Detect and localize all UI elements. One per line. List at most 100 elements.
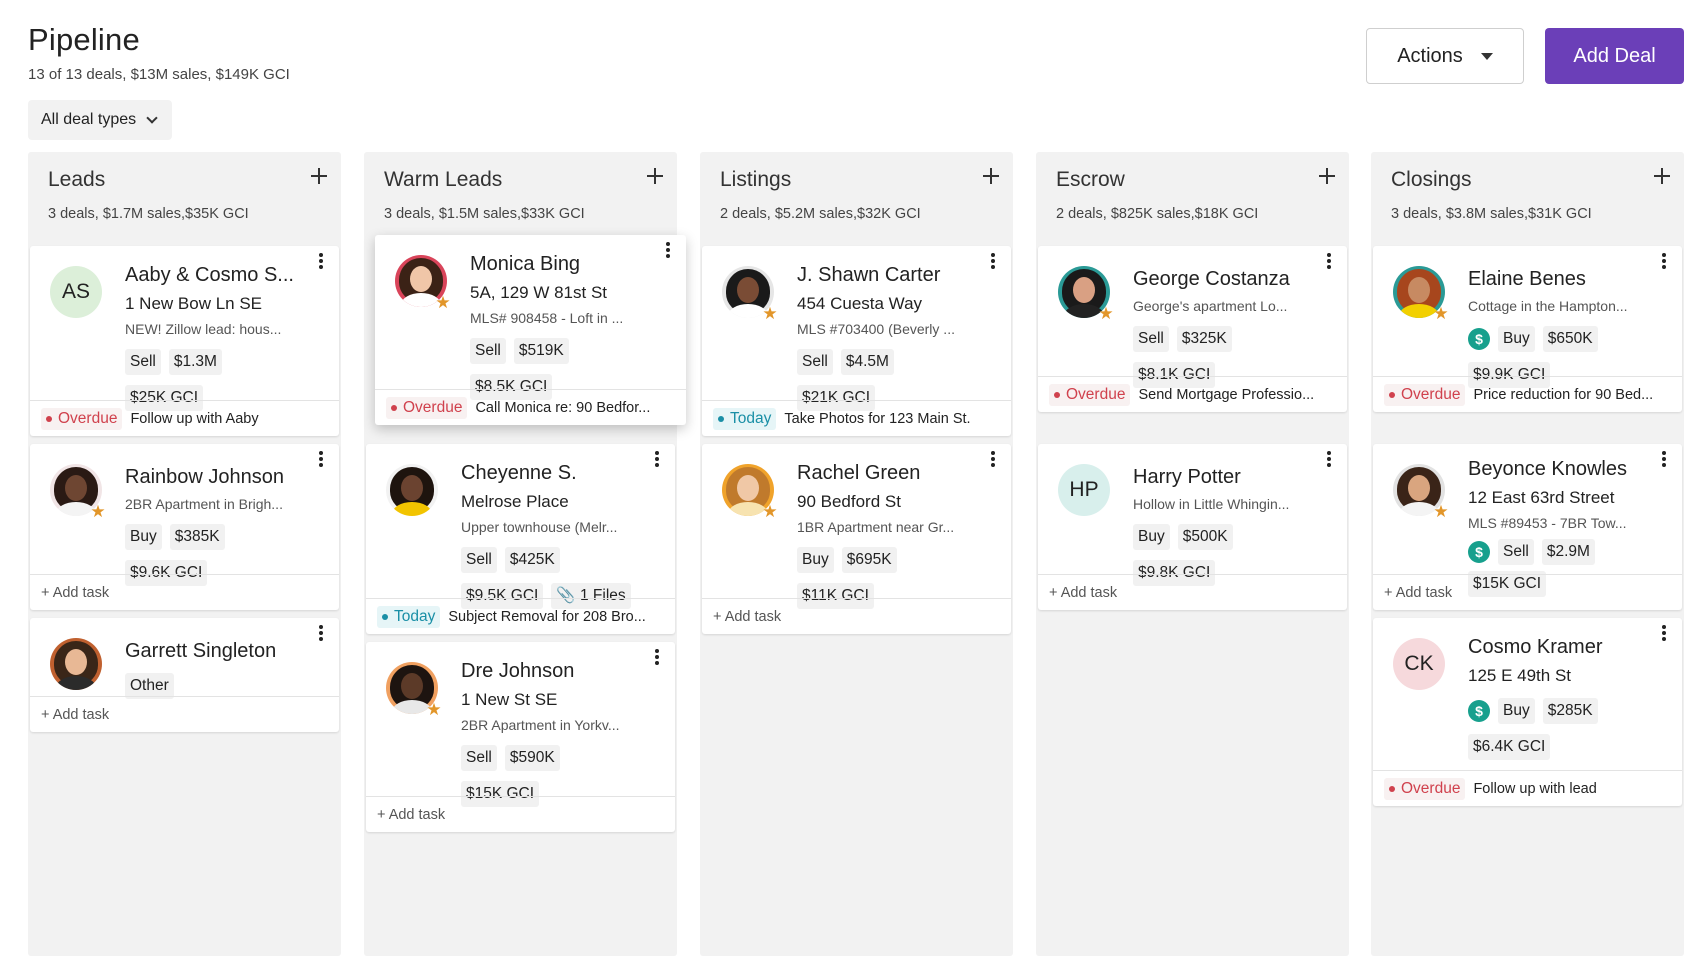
task-row[interactable]: + Add task <box>30 696 339 732</box>
deal-card[interactable]: ★ Elaine Benes Cottage in the Hampton...… <box>1373 246 1682 412</box>
contact-name: Cheyenne S. <box>461 462 577 484</box>
deal-type-chip: Sell <box>1498 539 1534 565</box>
add-task-link[interactable]: + Add task <box>713 609 781 625</box>
task-status-badge: Overdue <box>1384 383 1466 406</box>
column-summary: 3 deals, $3.8M sales,$31K GCI <box>1391 206 1592 222</box>
deal-card[interactable]: ★ Dre Johnson 1 New St SE 2BR Apartment … <box>366 642 675 832</box>
star-icon: ★ <box>90 502 106 521</box>
add-deal-to-column-icon[interactable] <box>981 166 1001 186</box>
deal-type-filter[interactable]: All deal types <box>28 100 173 140</box>
deal-card[interactable]: ★ Beyonce Knowles 12 East 63rd Street ML… <box>1373 444 1682 610</box>
avatar: CK <box>1393 638 1445 690</box>
deal-note: Hollow in Little Whingin... <box>1133 496 1290 512</box>
task-status-badge: Overdue <box>386 396 468 419</box>
deal-note: 2BR Apartment in Brigh... <box>125 496 283 512</box>
deal-type-chip: Sell <box>125 349 161 375</box>
deal-card[interactable]: ★ Monica Bing 5A, 129 W 81st St MLS# 908… <box>375 235 686 425</box>
deal-card[interactable]: Cheyenne S. Melrose Place Upper townhous… <box>366 444 675 634</box>
task-row[interactable]: Overdue Call Monica re: 90 Bedfor... <box>375 389 686 425</box>
task-row[interactable]: + Add task <box>702 598 1011 634</box>
deal-card[interactable]: AS Aaby & Cosmo S... 1 New Bow Ln SE NEW… <box>30 246 339 436</box>
deal-note: 2BR Apartment in Yorkv... <box>461 717 620 733</box>
star-icon: ★ <box>1433 304 1449 323</box>
deal-type-chip: Buy <box>1133 524 1170 550</box>
task-row[interactable]: Today Take Photos for 123 Main St. <box>702 400 1011 436</box>
page-header: Pipeline 13 of 13 deals, $13M sales, $14… <box>28 22 290 83</box>
deal-address: 1 New St SE <box>461 690 558 709</box>
column-leads: Leads 3 deals, $1.7M sales,$35K GCI AS A… <box>28 152 341 956</box>
contact-name: Garrett Singleton <box>125 640 277 662</box>
contact-name: Beyonce Knowles <box>1468 458 1627 480</box>
add-deal-button[interactable]: Add Deal <box>1545 28 1684 84</box>
task-row[interactable]: Today Subject Removal for 208 Bro... <box>366 598 675 634</box>
task-row[interactable]: Overdue Follow up with Aaby <box>30 400 339 436</box>
deal-card[interactable]: HP Harry Potter Hollow in Little Whingin… <box>1038 444 1347 610</box>
deal-note: Upper townhouse (Melr... <box>461 519 618 535</box>
deal-card[interactable]: ★ J. Shawn Carter 454 Cuesta Way MLS #70… <box>702 246 1011 436</box>
deal-card[interactable]: CK Cosmo Kramer 125 E 49th St $ Buy $285… <box>1373 618 1682 806</box>
task-row[interactable]: Overdue Price reduction for 90 Bed... <box>1373 376 1682 412</box>
contact-name: Elaine Benes <box>1468 268 1586 290</box>
contact-name: Cosmo Kramer <box>1468 636 1603 658</box>
avatar: AS <box>50 266 102 318</box>
add-deal-to-column-icon[interactable] <box>1652 166 1672 186</box>
star-icon: ★ <box>762 502 778 521</box>
actions-button[interactable]: Actions <box>1366 28 1524 84</box>
deal-type-chip: Sell <box>1133 326 1169 352</box>
deal-card[interactable]: ★ George Costanza George's apartment Lo.… <box>1038 246 1347 412</box>
pipeline-board: Leads 3 deals, $1.7M sales,$35K GCI AS A… <box>28 152 1684 956</box>
column-header: Escrow 2 deals, $825K sales,$18K GCI <box>1036 152 1349 244</box>
column-header: Leads 3 deals, $1.7M sales,$35K GCI <box>28 152 341 244</box>
add-deal-to-column-icon[interactable] <box>645 166 665 186</box>
add-task-link[interactable]: + Add task <box>1384 585 1452 601</box>
task-text: Subject Removal for 208 Bro... <box>448 608 646 625</box>
add-task-link[interactable]: + Add task <box>1049 585 1117 601</box>
column-summary: 3 deals, $1.7M sales,$35K GCI <box>48 206 249 222</box>
price-chip: $285K <box>1542 698 1598 724</box>
task-row[interactable]: + Add task <box>30 574 339 610</box>
avatar: HP <box>1058 464 1110 516</box>
task-row[interactable]: Overdue Follow up with lead <box>1373 770 1682 806</box>
actions-label: Actions <box>1397 44 1463 67</box>
contact-name: Dre Johnson <box>461 660 575 682</box>
column-warm-leads: Warm Leads 3 deals, $1.5M sales,$33K GCI… <box>364 152 686 956</box>
contact-name: Monica Bing <box>470 253 581 275</box>
caret-down-icon <box>1480 52 1493 60</box>
contact-name: Harry Potter <box>1133 466 1241 488</box>
column-title: Closings <box>1391 168 1472 191</box>
price-chip: $500K <box>1177 524 1233 550</box>
deal-card[interactable]: ★ Rachel Green 90 Bedford St 1BR Apartme… <box>702 444 1011 634</box>
contact-name: Rachel Green <box>797 462 921 484</box>
deal-note: MLS# 908458 - Loft in ... <box>470 310 624 326</box>
add-task-link[interactable]: + Add task <box>41 585 109 601</box>
column-header: Listings 2 deals, $5.2M sales,$32K GCI <box>700 152 1013 244</box>
task-row[interactable]: + Add task <box>1038 574 1347 610</box>
deal-card[interactable]: Garrett Singleton Other + Add task <box>30 618 339 732</box>
deal-type-chip: Sell <box>797 349 833 375</box>
price-chip: $590K <box>504 745 560 771</box>
avatar: ★ <box>722 464 778 520</box>
task-row[interactable]: Overdue Send Mortgage Professio... <box>1038 376 1347 412</box>
task-row[interactable]: + Add task <box>1373 574 1682 610</box>
star-icon: ★ <box>426 700 442 719</box>
avatar <box>386 464 438 516</box>
deal-type-filter-label: All deal types <box>41 111 137 128</box>
price-chip: $4.5M <box>840 349 894 375</box>
task-row[interactable]: + Add task <box>366 796 675 832</box>
deal-card[interactable]: ★ Rainbow Johnson 2BR Apartment in Brigh… <box>30 444 339 610</box>
add-task-link[interactable]: + Add task <box>41 707 109 723</box>
add-deal-to-column-icon[interactable] <box>1317 166 1337 186</box>
avatar: ★ <box>1058 266 1114 322</box>
add-deal-to-column-icon[interactable] <box>309 166 329 186</box>
avatar: ★ <box>395 255 451 311</box>
dollar-icon: $ <box>1468 541 1490 563</box>
add-task-link[interactable]: + Add task <box>377 807 445 823</box>
deal-note: MLS #703400 (Beverly ... <box>797 321 955 337</box>
contact-name: Aaby & Cosmo S... <box>125 264 294 286</box>
column-summary: 3 deals, $1.5M sales,$33K GCI <box>384 206 585 222</box>
task-status-badge: Overdue <box>1384 777 1466 800</box>
deal-address: Melrose Place <box>461 492 569 511</box>
deal-address: 90 Bedford St <box>797 492 901 511</box>
column-listings: Listings 2 deals, $5.2M sales,$32K GCI ★… <box>700 152 1013 956</box>
task-text: Call Monica re: 90 Bedfor... <box>475 399 651 416</box>
